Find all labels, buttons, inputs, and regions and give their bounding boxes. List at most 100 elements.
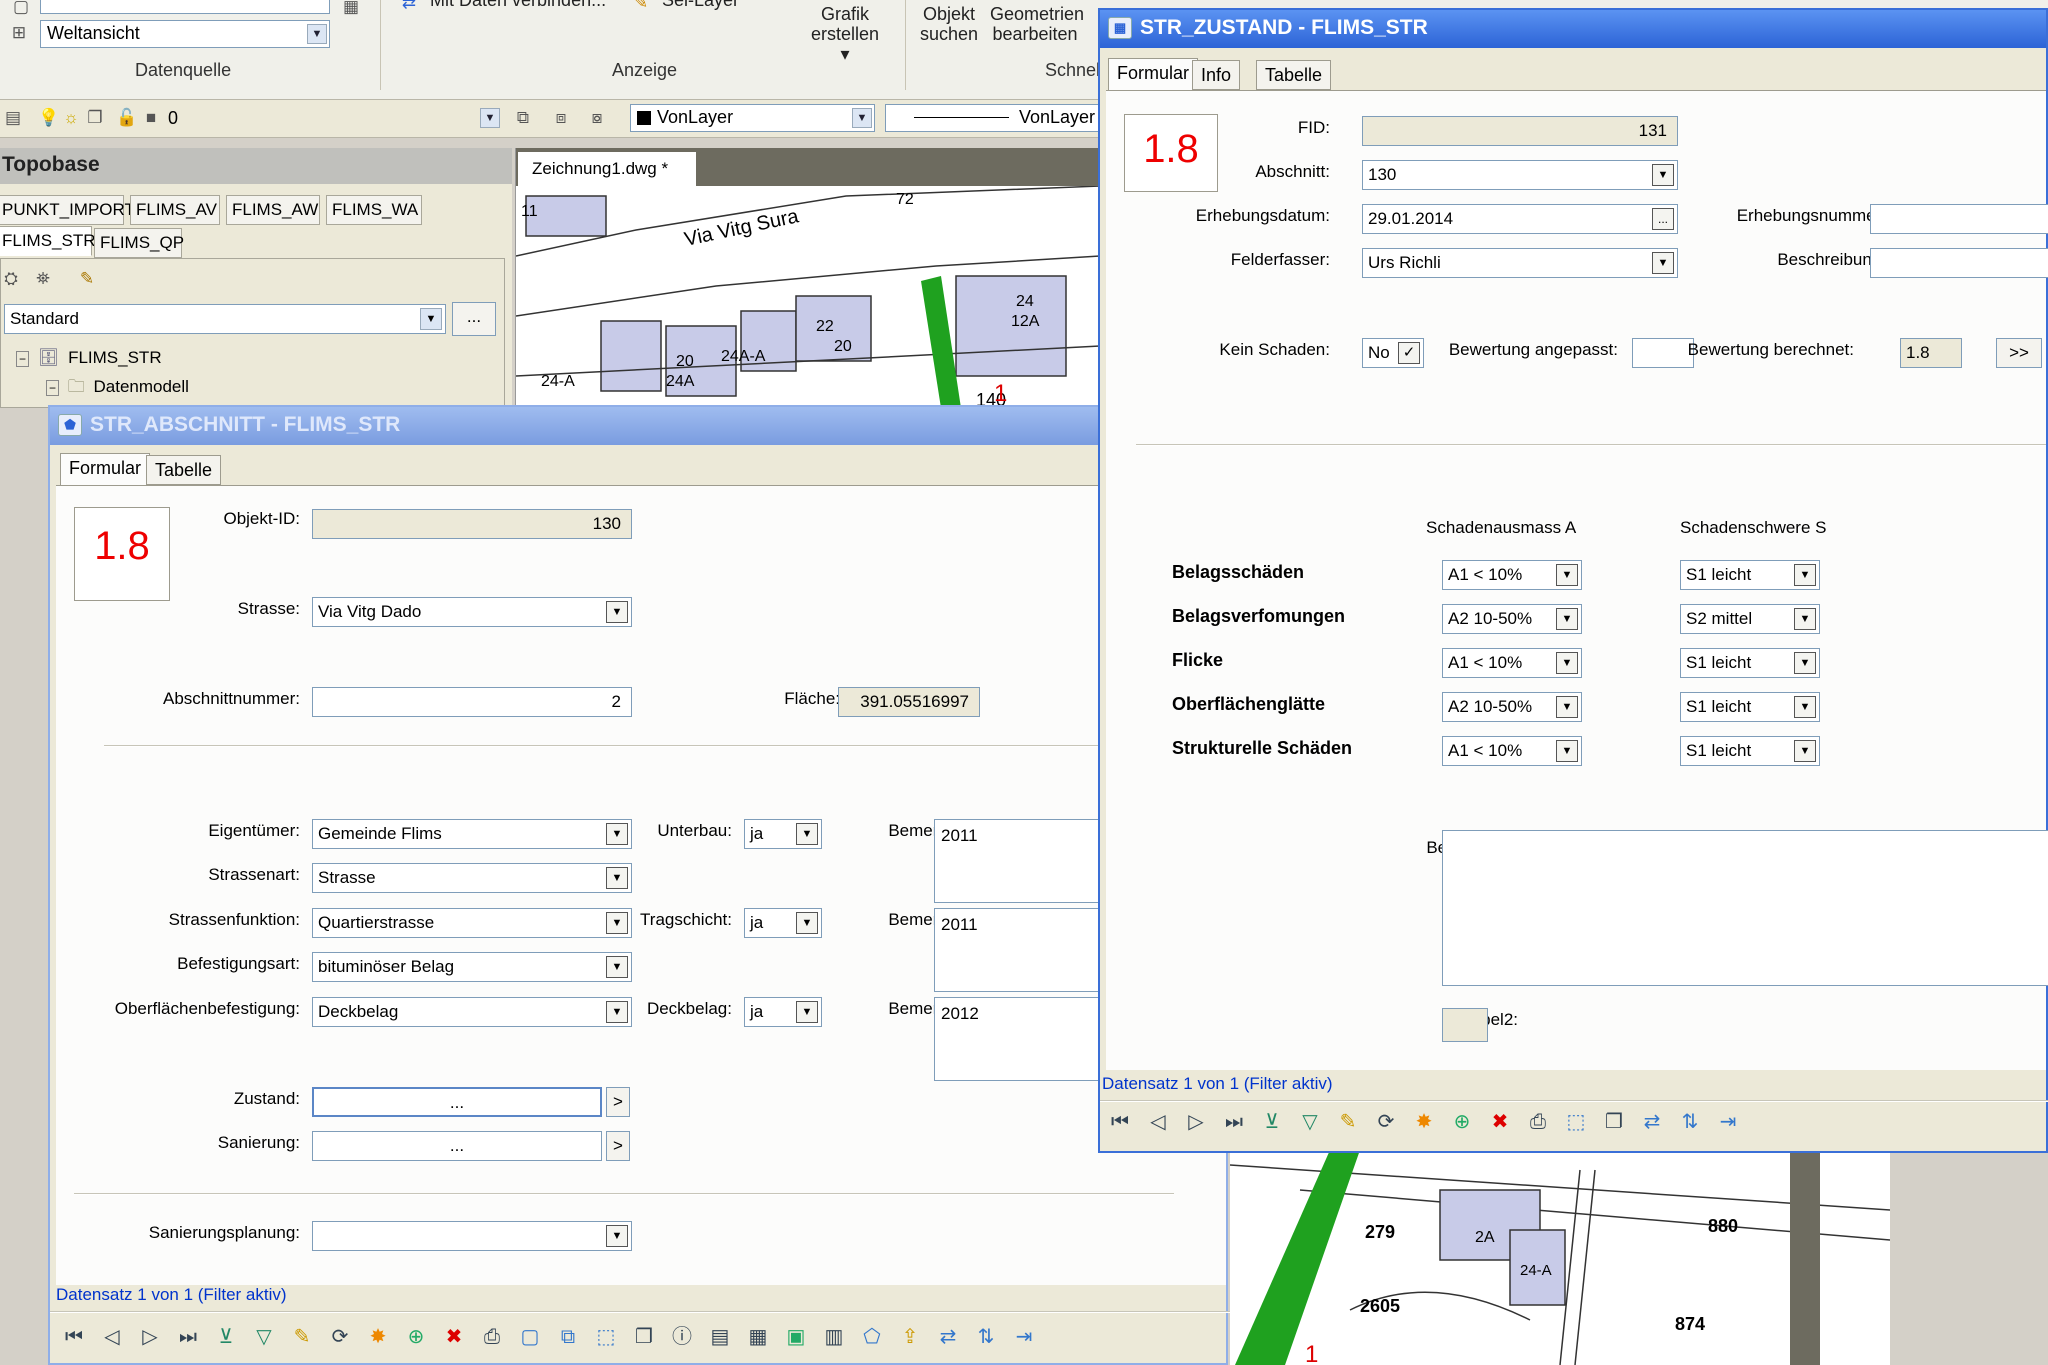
chevron-down-icon[interactable]: ▼ [796, 823, 818, 845]
zustand-go-button[interactable]: > [606, 1087, 630, 1117]
chevron-down-icon[interactable]: ▼ [1556, 652, 1578, 674]
tab-flims-str[interactable]: FLIMS_STR [0, 226, 96, 256]
oberflaechenglaette-s-select[interactable]: S1 leicht ▼ [1680, 692, 1820, 722]
strassenfunktion-select[interactable]: Quartierstrasse ▼ [312, 908, 632, 938]
next-record-icon[interactable]: ▷ [1182, 1108, 1210, 1136]
drawing-canvas[interactable]: Zeichnung1.dwg * Via Vitg Sura 24-A 24A … [515, 148, 1100, 408]
new-record-icon[interactable]: ✸ [1410, 1108, 1438, 1136]
bewertung-berechnet-field[interactable]: 1.8 [1900, 338, 1962, 368]
chevron-down-icon[interactable]: ▼ [796, 1001, 818, 1023]
erhebungsdatum-field[interactable]: 29.01.2014 ... [1362, 204, 1678, 234]
select-area-icon[interactable]: ⬚ [592, 1323, 620, 1351]
beschreibung-field[interactable] [1870, 248, 2048, 278]
polygon-icon[interactable]: ⬠ [858, 1323, 886, 1351]
sort-icon[interactable]: ⇅ [972, 1323, 1000, 1351]
chevron-down-icon[interactable]: ▼ [1652, 252, 1674, 274]
view-combo[interactable]: Standard ▼ [4, 304, 446, 334]
last-record-icon[interactable]: ⏭ [174, 1323, 202, 1351]
tab-formular[interactable]: Formular [1108, 58, 1199, 90]
freeze-icon[interactable]: ❐ [84, 107, 106, 129]
datasource-combo[interactable] [40, 0, 330, 14]
view-settings-button[interactable]: ... [452, 302, 496, 336]
chevron-down-icon[interactable]: ▼ [606, 956, 628, 978]
fid-field[interactable]: 131 [1362, 116, 1678, 146]
layer-prev-icon[interactable]: ⧈ [550, 107, 572, 129]
befestigungsart-select[interactable]: bituminöser Belag ▼ [312, 952, 632, 982]
layer-iso-icon[interactable]: ⧇ [586, 107, 608, 129]
more-button[interactable]: >> [1996, 338, 2042, 368]
chevron-down-icon[interactable]: ▼ [307, 24, 327, 44]
chevron-down-icon[interactable]: ▼ [1556, 564, 1578, 586]
strassenart-select[interactable]: Strasse ▼ [312, 863, 632, 893]
table-icon[interactable]: ▦ [744, 1323, 772, 1351]
oberflaechenglaette-a-select[interactable]: A2 10-50% ▼ [1442, 692, 1582, 722]
lock-icon[interactable]: 🔓 [116, 107, 138, 129]
eigentuemer-select[interactable]: Gemeinde Flims ▼ [312, 819, 632, 849]
belagsschaeden-a-select[interactable]: A1 < 10% ▼ [1442, 560, 1582, 590]
flicke-s-select[interactable]: S1 leicht ▼ [1680, 648, 1820, 678]
edit-form-icon[interactable]: ✎ [76, 268, 98, 290]
objekt-id-field[interactable]: 130 [312, 509, 632, 539]
chevron-down-icon[interactable]: ▼ [1556, 608, 1578, 630]
layer-state-icon[interactable]: ⧉ [512, 107, 534, 129]
print-icon[interactable]: ⎙ [478, 1323, 506, 1351]
chevron-down-icon[interactable]: ▼ [1652, 164, 1674, 186]
zoom-icon[interactable]: ⊕ [1448, 1108, 1476, 1136]
sun-icon[interactable]: ☼ [60, 107, 82, 129]
chevron-down-icon[interactable]: ▼ [1556, 696, 1578, 718]
select-icon[interactable]: ▢ [516, 1323, 544, 1351]
bewertung-angepasst-field[interactable] [1632, 338, 1694, 368]
chevron-down-icon[interactable]: ▼ [1794, 608, 1816, 630]
chevron-down-icon[interactable]: ▼ [1794, 696, 1816, 718]
tab-flims-av[interactable]: FLIMS_AV [130, 195, 220, 225]
tragschicht-select[interactable]: ja ▼ [744, 908, 822, 938]
filter-add-icon[interactable]: ⊻ [1258, 1108, 1286, 1136]
bulb-icon[interactable]: 💡 [38, 107, 60, 129]
chevron-down-icon[interactable]: ▼ [606, 601, 628, 623]
chevron-down-icon[interactable]: ▼ [606, 867, 628, 889]
chevron-down-icon[interactable]: ▼ [480, 108, 500, 128]
abschnitt-title-bar[interactable]: ⬟ STR_ABSCHNITT - FLIMS_STR [50, 407, 1226, 445]
first-record-icon[interactable]: ⏮ [1106, 1108, 1134, 1136]
prev-record-icon[interactable]: ◁ [1144, 1108, 1172, 1136]
belagsschaeden-s-select[interactable]: S1 leicht ▼ [1680, 560, 1820, 590]
refresh-icon[interactable]: ⟳ [326, 1323, 354, 1351]
swap-icon[interactable]: ⇄ [934, 1323, 962, 1351]
filter-add-icon[interactable]: ⊻ [212, 1323, 240, 1351]
delete-icon[interactable]: ✖ [440, 1323, 468, 1351]
chevron-down-icon[interactable]: ▼ [606, 823, 628, 845]
copy-icon[interactable]: ⧉ [554, 1323, 582, 1351]
geometrien-bearbeiten-button[interactable]: Geometrien bearbeiten [990, 4, 1084, 44]
belagsverformungen-a-select[interactable]: A2 10-50% ▼ [1442, 604, 1582, 634]
chevron-down-icon[interactable]: ▼ [1794, 652, 1816, 674]
duplicate-icon[interactable]: ❐ [1600, 1108, 1628, 1136]
linetype-combo[interactable]: VonLayer [885, 104, 1110, 132]
zoom-icon[interactable]: ⊕ [402, 1323, 430, 1351]
sort-icon[interactable]: ⇅ [1676, 1108, 1704, 1136]
collapse-icon[interactable]: − [46, 380, 60, 396]
world-view-combo[interactable]: Weltansicht ▼ [40, 20, 330, 48]
new-record-icon[interactable]: ✸ [364, 1323, 392, 1351]
chevron-down-icon[interactable]: ▼ [606, 1001, 628, 1023]
grafik-erstellen-button[interactable]: Grafik erstellen ▾ [805, 4, 885, 64]
chevron-down-icon[interactable]: ▼ [1794, 740, 1816, 762]
deckbelag-select[interactable]: ja ▼ [744, 997, 822, 1027]
export-icon[interactable]: ⇪ [896, 1323, 924, 1351]
tree-item-datenmodell[interactable]: − 🗀 Datenmodell [46, 374, 189, 403]
connect-data-icon[interactable]: ⇄ [398, 0, 420, 14]
drawing-canvas-lower[interactable]: 279 2A 24-A 880 2605 874 1 [1230, 1150, 1890, 1365]
print-icon[interactable]: ⎙ [1524, 1108, 1552, 1136]
strukturelle-schaeden-s-select[interactable]: S1 leicht ▼ [1680, 736, 1820, 766]
world-view-icon[interactable]: ⊞ [8, 22, 30, 44]
zustand-field[interactable]: ... [312, 1087, 602, 1117]
exit-icon[interactable]: ⇥ [1714, 1108, 1742, 1136]
grid-icon[interactable]: ▢ [10, 0, 32, 18]
prev-record-icon[interactable]: ◁ [98, 1323, 126, 1351]
delete-icon[interactable]: ✖ [1486, 1108, 1514, 1136]
next-record-icon[interactable]: ▷ [136, 1323, 164, 1351]
sanierung-field[interactable]: ... [312, 1131, 602, 1161]
checkmark-icon[interactable]: ✓ [1398, 342, 1420, 364]
tab-punkt-import[interactable]: PUNKT_IMPORT [0, 195, 135, 225]
chevron-down-icon[interactable]: ▼ [1556, 740, 1578, 762]
sel-layer-button[interactable]: Sel-Layer [662, 0, 739, 10]
